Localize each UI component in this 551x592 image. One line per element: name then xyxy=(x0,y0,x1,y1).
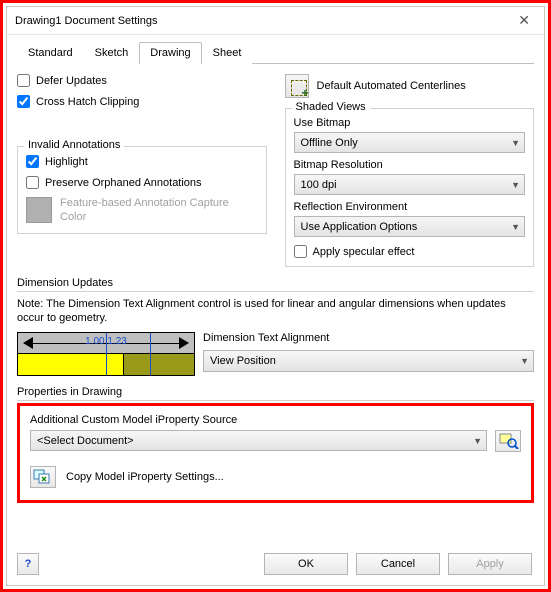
cross-hatch-checkbox[interactable] xyxy=(17,95,30,108)
copy-settings-label: Copy Model iProperty Settings... xyxy=(66,471,224,483)
reflection-env-value: Use Application Options xyxy=(301,221,418,233)
shaded-views-title: Shaded Views xyxy=(292,101,370,113)
browse-icon-button[interactable] xyxy=(495,430,521,452)
help-icon: ? xyxy=(25,558,32,570)
tab-sheet[interactable]: Sheet xyxy=(202,42,253,64)
titlebar: Drawing1 Document Settings ✕ xyxy=(7,7,544,35)
chevron-down-icon: ▼ xyxy=(520,356,529,366)
use-bitmap-value: Offline Only xyxy=(301,137,358,149)
invalid-annotations-title: Invalid Annotations xyxy=(24,139,124,151)
bitmap-res-value: 100 dpi xyxy=(301,179,337,191)
bitmap-res-label: Bitmap Resolution xyxy=(294,159,526,171)
close-icon[interactable]: ✕ xyxy=(512,10,536,31)
use-bitmap-label: Use Bitmap xyxy=(294,117,526,129)
magnifier-icon xyxy=(499,433,519,449)
copy-settings-icon-button[interactable] xyxy=(30,466,56,488)
feature-color-label: Feature-based Annotation Capture Color xyxy=(60,197,258,225)
copy-settings-icon xyxy=(33,469,53,485)
dimension-align-combo[interactable]: View Position ▼ xyxy=(203,350,534,372)
iproperty-source-combo[interactable]: <Select Document> ▼ xyxy=(30,430,487,451)
left-column: Defer Updates Cross Hatch Clipping Inval… xyxy=(17,74,267,267)
ok-button[interactable]: OK xyxy=(264,553,348,575)
shaded-views-group: Shaded Views Use Bitmap Offline Only ▼ B… xyxy=(285,108,535,267)
dialog-button-bar: ? OK Cancel Apply xyxy=(7,547,544,585)
tab-strip: Standard Sketch Drawing Sheet xyxy=(17,41,534,64)
window-title: Drawing1 Document Settings xyxy=(15,15,157,27)
iproperty-source-highlight: Additional Custom Model iProperty Source… xyxy=(17,403,534,503)
chevron-down-icon: ▼ xyxy=(511,138,520,148)
defer-updates-label: Defer Updates xyxy=(36,75,107,87)
centerlines-icon[interactable] xyxy=(285,74,309,98)
dimension-updates-note: Note: The Dimension Text Alignment contr… xyxy=(17,298,534,326)
right-column: Default Automated Centerlines Shaded Vie… xyxy=(285,74,535,267)
document-settings-dialog: Drawing1 Document Settings ✕ Standard Sk… xyxy=(6,6,545,586)
chevron-down-icon: ▼ xyxy=(473,436,482,446)
reflection-env-label: Reflection Environment xyxy=(294,201,526,213)
tab-drawing[interactable]: Drawing xyxy=(139,42,201,64)
iproperty-source-value: <Select Document> xyxy=(37,435,134,447)
dimension-align-value: View Position xyxy=(210,355,276,367)
dimension-preview-text: 1.00 1.23 xyxy=(18,336,194,347)
apply-button[interactable]: Apply xyxy=(448,553,532,575)
highlight-label: Highlight xyxy=(45,156,88,168)
defer-updates-checkbox[interactable] xyxy=(17,74,30,87)
tab-sketch[interactable]: Sketch xyxy=(84,42,140,64)
highlight-checkbox[interactable] xyxy=(26,155,39,168)
properties-in-drawing-title: Properties in Drawing xyxy=(17,386,534,398)
tab-standard[interactable]: Standard xyxy=(17,42,84,64)
chevron-down-icon: ▼ xyxy=(511,180,520,190)
cancel-button[interactable]: Cancel xyxy=(356,553,440,575)
preserve-orphaned-checkbox[interactable] xyxy=(26,176,39,189)
dimension-align-label: Dimension Text Alignment xyxy=(203,332,534,344)
specular-label: Apply specular effect xyxy=(313,246,415,258)
bitmap-res-combo[interactable]: 100 dpi ▼ xyxy=(294,174,526,195)
chevron-down-icon: ▼ xyxy=(511,222,520,232)
reflection-env-combo[interactable]: Use Application Options ▼ xyxy=(294,216,526,237)
invalid-annotations-group: Invalid Annotations Highlight Preserve O… xyxy=(17,146,267,234)
help-button[interactable]: ? xyxy=(17,553,39,575)
feature-color-swatch[interactable] xyxy=(26,197,52,223)
use-bitmap-combo[interactable]: Offline Only ▼ xyxy=(294,132,526,153)
iproperty-source-label: Additional Custom Model iProperty Source xyxy=(30,414,521,426)
cross-hatch-label: Cross Hatch Clipping xyxy=(36,96,139,108)
specular-checkbox[interactable] xyxy=(294,245,307,258)
centerlines-label: Default Automated Centerlines xyxy=(317,80,466,92)
dimension-preview: 1.00 1.23 xyxy=(17,332,195,376)
dimension-updates-title: Dimension Updates xyxy=(17,277,534,289)
preserve-orphaned-label: Preserve Orphaned Annotations xyxy=(45,177,202,189)
